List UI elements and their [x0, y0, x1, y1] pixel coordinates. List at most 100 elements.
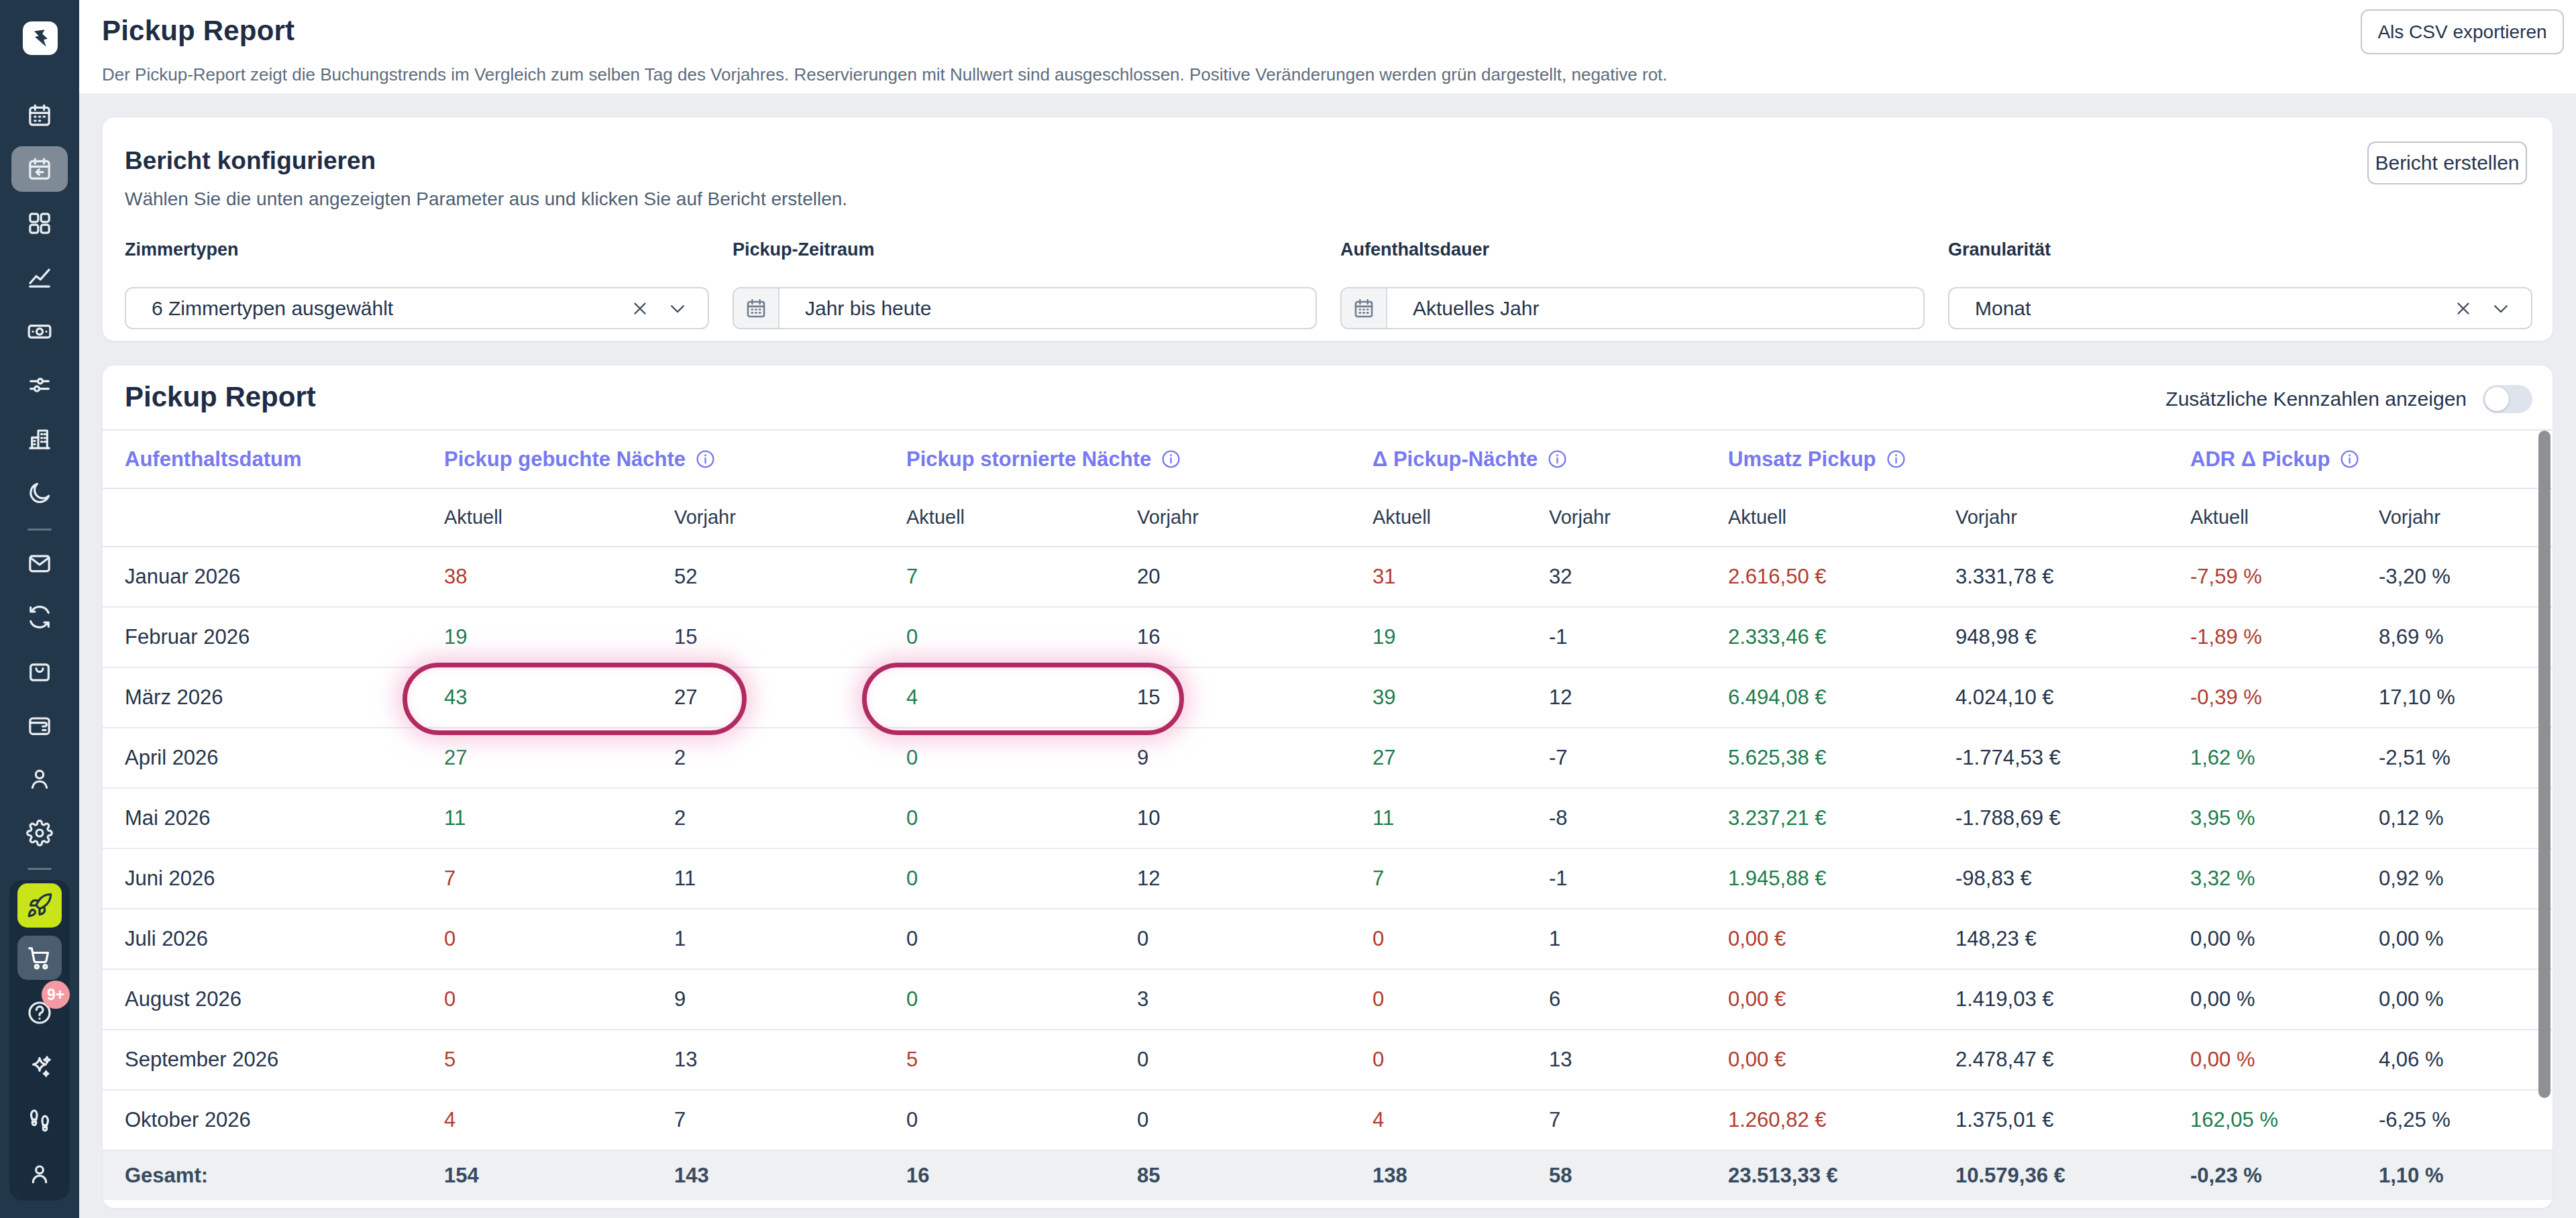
- field-pickup-period-label: Pickup-Zeitraum: [733, 239, 1317, 260]
- table-cell: 17,10 %: [2379, 668, 2455, 727]
- column-header-label: Umsatz Pickup: [1728, 447, 1876, 472]
- row-month-label: September 2026: [125, 1030, 278, 1089]
- info-icon[interactable]: [695, 449, 716, 469]
- subcolumn-header: Vorjahr: [1549, 489, 1611, 546]
- table-cell: 10: [1137, 789, 1160, 848]
- chevron-down-icon[interactable]: [667, 298, 688, 319]
- sidebar-item-envelope[interactable]: [0, 540, 79, 587]
- info-icon[interactable]: [1547, 449, 1568, 469]
- column-header[interactable]: Aufenthaltsdatum: [125, 431, 302, 488]
- table-cell: -1.774,53 €: [1955, 728, 2061, 787]
- table-cell: 12: [1137, 849, 1160, 908]
- column-header[interactable]: Umsatz Pickup: [1728, 431, 1907, 488]
- sidebar-item-calendar[interactable]: [0, 92, 79, 139]
- subcolumn-header: Aktuell: [906, 489, 965, 546]
- table-cell: 2.616,50 €: [1728, 547, 1827, 606]
- table-cell: 7: [1373, 849, 1384, 908]
- grid-icon: [26, 210, 53, 237]
- info-icon[interactable]: [1161, 449, 1181, 469]
- sidebar-divider: [28, 529, 52, 531]
- row-month-label: August 2026: [125, 970, 241, 1029]
- create-report-button[interactable]: Bericht erstellen: [2367, 142, 2527, 184]
- wallet-icon: [26, 712, 53, 738]
- table-cell: 52: [674, 547, 697, 606]
- info-icon[interactable]: [2339, 449, 2360, 469]
- table-cell: 2: [674, 728, 686, 787]
- table-cell: 11: [674, 849, 696, 908]
- table-subheader-row: AktuellVorjahrAktuellVorjahrAktuellVorja…: [103, 489, 2553, 547]
- sidebar-item-rocket[interactable]: [17, 883, 62, 928]
- sidebar-item-shopping-bag[interactable]: [0, 647, 79, 694]
- column-header[interactable]: Δ Pickup-Nächte: [1373, 431, 1568, 488]
- table-cell: 19: [444, 608, 467, 667]
- roomtypes-select-value: 6 Zimmertypen ausgewählt: [126, 297, 630, 320]
- row-month-label: Februar 2026: [125, 608, 250, 667]
- granularity-select-value: Monat: [1949, 297, 2453, 320]
- page-title: Pickup Report: [102, 15, 294, 47]
- table-cell: 0: [1373, 1030, 1384, 1089]
- total-cell: 16: [906, 1151, 929, 1200]
- chevron-down-icon[interactable]: [2491, 298, 2511, 319]
- sidebar-item-cart[interactable]: [17, 936, 62, 980]
- table-cell: 13: [674, 1030, 697, 1089]
- column-header[interactable]: Pickup stornierte Nächte: [906, 431, 1181, 488]
- sidebar-item-person[interactable]: [0, 755, 79, 802]
- sidebar-item-footprints[interactable]: [0, 1097, 79, 1144]
- table-cell: -8: [1549, 789, 1568, 848]
- sidebar-item-grid[interactable]: [0, 200, 79, 247]
- table-cell: 0,00 %: [2379, 909, 2444, 968]
- table-cell: 9: [674, 970, 686, 1029]
- subcolumn-header: Vorjahr: [2379, 489, 2440, 546]
- table-cell: 4: [444, 1091, 455, 1150]
- app-window: Pickup Report Der Pickup-Report zeigt di…: [0, 0, 2576, 1218]
- table-cell: 0,00 %: [2379, 970, 2444, 1029]
- stay-duration-input[interactable]: Aktuelles Jahr: [1340, 287, 1925, 329]
- table-cell: 6.494,08 €: [1728, 668, 1827, 727]
- column-header-label: Pickup stornierte Nächte: [906, 447, 1151, 472]
- page-subtitle: Der Pickup-Report zeigt die Buchungstren…: [102, 64, 1668, 85]
- table-cell: 1.945,88 €: [1728, 849, 1827, 908]
- column-header[interactable]: ADR Δ Pickup: [2190, 431, 2360, 488]
- sidebar-item-line-chart[interactable]: [0, 254, 79, 300]
- table-scrollbar-thumb[interactable]: [2538, 431, 2551, 1098]
- additional-metrics-toggle[interactable]: [2483, 385, 2532, 413]
- sidebar-item-moon[interactable]: [0, 469, 79, 516]
- table-row: Juli 20260100010,00 €148,23 €0,00 %0,00 …: [103, 909, 2553, 970]
- sidebar-item-money[interactable]: [0, 308, 79, 355]
- table-cell: 20: [1137, 547, 1160, 606]
- table-cell: 7: [1549, 1091, 1560, 1150]
- pickup-period-input[interactable]: Jahr bis heute: [733, 287, 1317, 329]
- table-total-row: Gesamt:15414316851385823.513,33 €10.579,…: [103, 1151, 2553, 1200]
- table-cell: 11: [444, 789, 466, 848]
- table-cell: 0: [906, 608, 918, 667]
- export-csv-button[interactable]: Als CSV exportieren: [2361, 9, 2564, 54]
- clear-icon[interactable]: [2453, 298, 2473, 319]
- calendar-prefix: [1342, 288, 1387, 328]
- row-month-label: Juni 2026: [125, 849, 215, 908]
- column-header[interactable]: Pickup gebuchte Nächte: [444, 431, 716, 488]
- table-cell: 27: [444, 728, 467, 787]
- table-cell: 0: [444, 970, 455, 1029]
- row-month-label: April 2026: [125, 728, 219, 787]
- sidebar-item-refresh[interactable]: [0, 594, 79, 641]
- sidebar-item-sliders[interactable]: [0, 362, 79, 408]
- table-cell: 8,69 %: [2379, 608, 2444, 667]
- table-cell: -3,20 %: [2379, 547, 2451, 606]
- sidebar-item-calendar-return[interactable]: [0, 146, 79, 192]
- sliders-icon: [26, 372, 53, 398]
- field-pickup-period: Pickup-Zeitraum Jahr bis heute: [733, 239, 1317, 260]
- sidebar-item-building[interactable]: [0, 415, 79, 462]
- table-cell: 38: [444, 547, 467, 606]
- sidebar-item-gear[interactable]: [0, 810, 79, 856]
- row-month-label: Mai 2026: [125, 789, 211, 848]
- app-logo[interactable]: [23, 21, 58, 55]
- roomtypes-select[interactable]: 6 Zimmertypen ausgewählt: [125, 287, 709, 329]
- sidebar-item-wallet[interactable]: [0, 702, 79, 749]
- clear-icon[interactable]: [630, 298, 650, 319]
- info-icon[interactable]: [1886, 449, 1907, 469]
- sidebar-item-user[interactable]: [0, 1150, 79, 1197]
- granularity-select[interactable]: Monat: [1948, 287, 2532, 329]
- table-cell: 5: [906, 1030, 918, 1089]
- sidebar-item-sparkles[interactable]: [0, 1043, 79, 1090]
- table-cell: 7: [674, 1091, 686, 1150]
